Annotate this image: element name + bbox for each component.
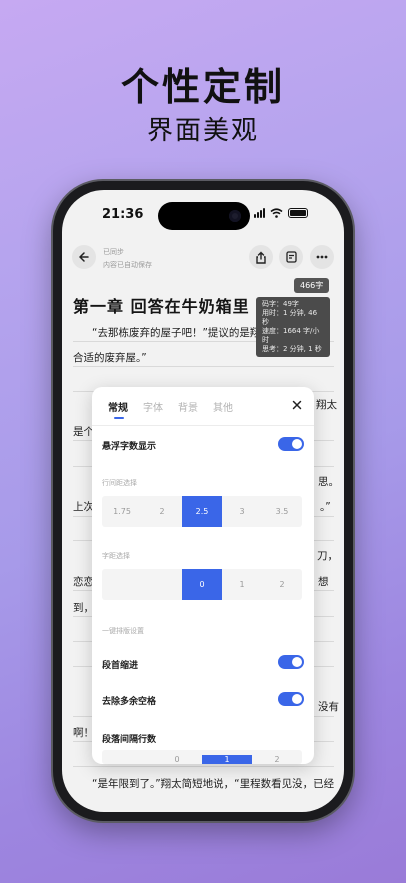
more-button[interactable] — [310, 245, 334, 269]
text-line: 恋恋 — [73, 576, 94, 588]
para-spacing-selector: 0 1 2 — [102, 750, 302, 764]
tab-font[interactable]: 字体 — [143, 399, 163, 414]
more-icon — [316, 255, 328, 259]
tab-divider — [92, 425, 314, 426]
para-spacing-option[interactable]: 2 — [252, 755, 302, 764]
status-time: 21:36 — [102, 207, 144, 222]
promo-headline: 个性定制 — [120, 65, 285, 109]
text-line: 啊！ — [73, 727, 94, 739]
tab-background[interactable]: 背景 — [178, 399, 198, 414]
word-count-badge: 466字 — [294, 278, 330, 293]
line-spacing-option[interactable]: 3 — [222, 496, 262, 527]
text-line: 没有 — [318, 701, 339, 713]
writing-stats-popup: 码字：49字 用时：1 分钟, 46 秒 速度：1664 字/小时 思考：2 分… — [256, 297, 330, 357]
text-line: 思。 — [318, 476, 339, 488]
share-icon — [256, 251, 266, 264]
text-line: 合适的废弃屋。” — [73, 352, 147, 364]
text-line: 上次 — [73, 501, 94, 513]
line-spacing-title: 行间距选择 — [102, 479, 137, 487]
phone-frame: 21:36 已同步 内容已自动保存 466字 第一章 回答在牛奶箱里 “去那栋废… — [53, 181, 353, 821]
letter-spacing-option-selected[interactable]: 0 — [182, 569, 222, 600]
stats-thinking: 思考：2 分钟, 1 秒 — [262, 345, 322, 353]
text-line: 。” — [320, 501, 331, 513]
one-click-format-title: 一键排版设置 — [102, 627, 144, 635]
active-tab-indicator — [114, 417, 124, 419]
text-line: “是年限到了。”翔太简短地说，“里程数看见没，已经 — [92, 778, 335, 790]
line-spacing-selector: 1.75 2 2.5 3 3.5 — [102, 496, 302, 527]
para-spacing-option[interactable]: 0 — [152, 755, 202, 764]
stats-speed: 速度：1664 字/小时 — [262, 327, 320, 344]
dynamic-island — [158, 202, 250, 230]
promo-subline: 界面美观 — [146, 116, 259, 146]
signal-icon — [254, 208, 265, 218]
phone-screen: 21:36 已同步 内容已自动保存 466字 第一章 回答在牛奶箱里 “去那栋废… — [62, 190, 344, 812]
line-rule — [73, 366, 334, 367]
battery-icon — [288, 208, 308, 218]
arrow-left-icon — [79, 252, 89, 262]
line-spacing-option[interactable]: 3.5 — [262, 496, 302, 527]
tab-other[interactable]: 其他 — [213, 399, 233, 414]
para-spacing-option-selected[interactable]: 1 — [202, 755, 252, 764]
trim-spaces-toggle[interactable] — [278, 692, 304, 706]
sync-status: 已同步 — [103, 248, 124, 256]
letter-spacing-option[interactable] — [102, 569, 182, 600]
text-line: 想 — [318, 576, 329, 588]
share-button[interactable] — [249, 245, 273, 269]
line-spacing-option-selected[interactable]: 2.5 — [182, 496, 222, 527]
settings-tabs: 常规 字体 背景 其他 — [108, 399, 233, 414]
document-icon — [285, 251, 297, 263]
tab-general[interactable]: 常规 — [108, 399, 128, 414]
close-icon — [292, 400, 302, 410]
wifi-icon — [270, 208, 283, 218]
close-button[interactable] — [292, 399, 302, 413]
letter-spacing-option[interactable]: 2 — [262, 569, 302, 600]
letter-spacing-title: 字距选择 — [102, 552, 130, 560]
text-line: 是个 — [73, 426, 94, 438]
camera-icon — [229, 210, 241, 222]
stats-typed: 码字：49字 — [262, 300, 299, 308]
text-line: 到， — [73, 602, 94, 614]
floating-count-label: 悬浮字数显示 — [102, 442, 157, 452]
line-rule — [73, 766, 334, 767]
outline-button[interactable] — [279, 245, 303, 269]
indent-label: 段首缩进 — [102, 661, 139, 671]
settings-sheet: 常规 字体 背景 其他 悬浮字数显示 行间距选择 1.75 2 2.5 3 3.… — [92, 387, 314, 764]
para-spacing-label: 段落间隔行数 — [102, 735, 157, 745]
back-button[interactable] — [72, 245, 96, 269]
stats-elapsed: 用时：1 分钟, 46 秒 — [262, 309, 318, 326]
status-icons — [254, 208, 308, 218]
text-line: 刀， — [317, 550, 338, 562]
chapter-title: 第一章 回答在牛奶箱里 — [73, 297, 250, 316]
letter-spacing-selector: 0 1 2 — [102, 569, 302, 600]
indent-toggle[interactable] — [278, 655, 304, 669]
autosave-status: 内容已自动保存 — [103, 261, 152, 269]
trim-spaces-label: 去除多余空格 — [102, 697, 157, 707]
letter-spacing-option[interactable]: 1 — [222, 569, 262, 600]
line-spacing-option[interactable]: 2 — [142, 496, 182, 527]
text-line: 翔太 — [316, 399, 337, 411]
line-spacing-option[interactable]: 1.75 — [102, 496, 142, 527]
floating-count-toggle[interactable] — [278, 437, 304, 451]
